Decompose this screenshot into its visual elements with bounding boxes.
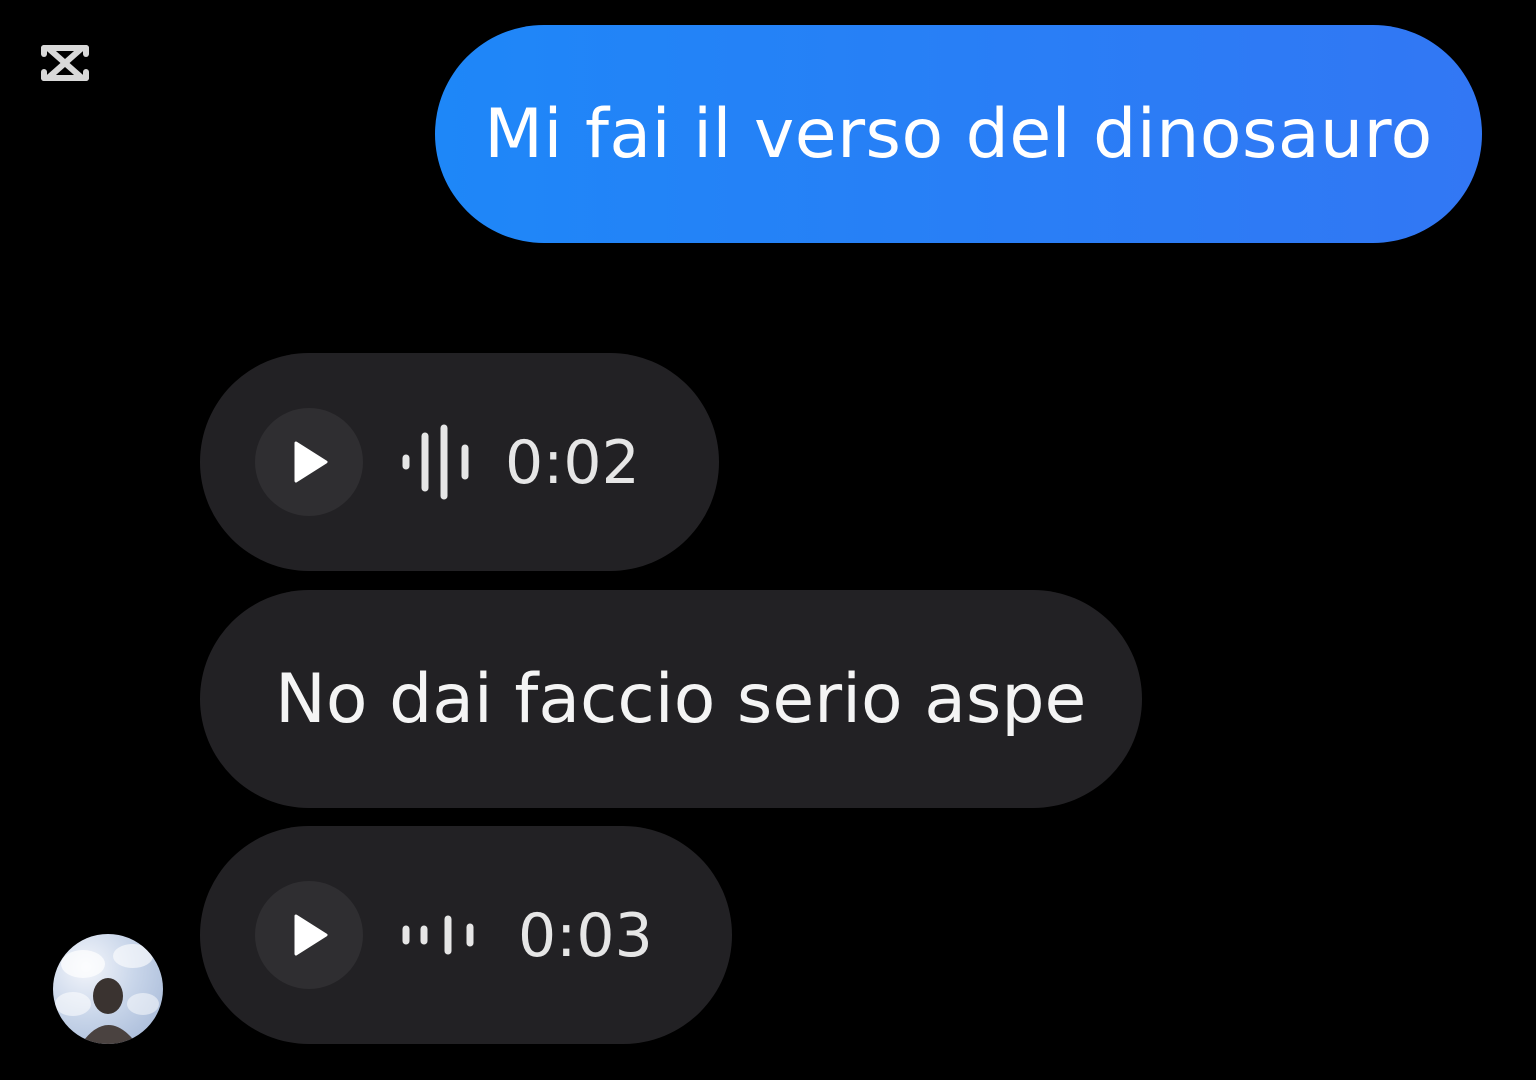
outgoing-message-text: Mi fai il verso del dinosauro: [484, 94, 1433, 174]
play-button[interactable]: [255, 881, 363, 989]
incoming-message-bubble[interactable]: No dai faccio serio aspe: [200, 590, 1142, 808]
audio-waveform-icon: [402, 915, 474, 955]
chat-screen: Mi fai il verso del dinosauro 0:02 No da…: [0, 0, 1536, 1080]
incoming-message-text: No dai faccio serio aspe: [275, 659, 1087, 739]
play-icon: [294, 441, 328, 483]
audio-waveform-icon: [402, 424, 469, 500]
voice-message-bubble[interactable]: 0:03: [200, 826, 732, 1044]
play-icon: [294, 914, 328, 956]
capcut-logo-icon: [38, 40, 92, 86]
voice-message-bubble[interactable]: 0:02: [200, 353, 719, 571]
voice-duration: 0:02: [505, 428, 640, 498]
voice-duration: 0:03: [518, 901, 653, 971]
profile-avatar[interactable]: [53, 934, 163, 1044]
play-button[interactable]: [255, 408, 363, 516]
outgoing-message-bubble[interactable]: Mi fai il verso del dinosauro: [435, 25, 1482, 243]
